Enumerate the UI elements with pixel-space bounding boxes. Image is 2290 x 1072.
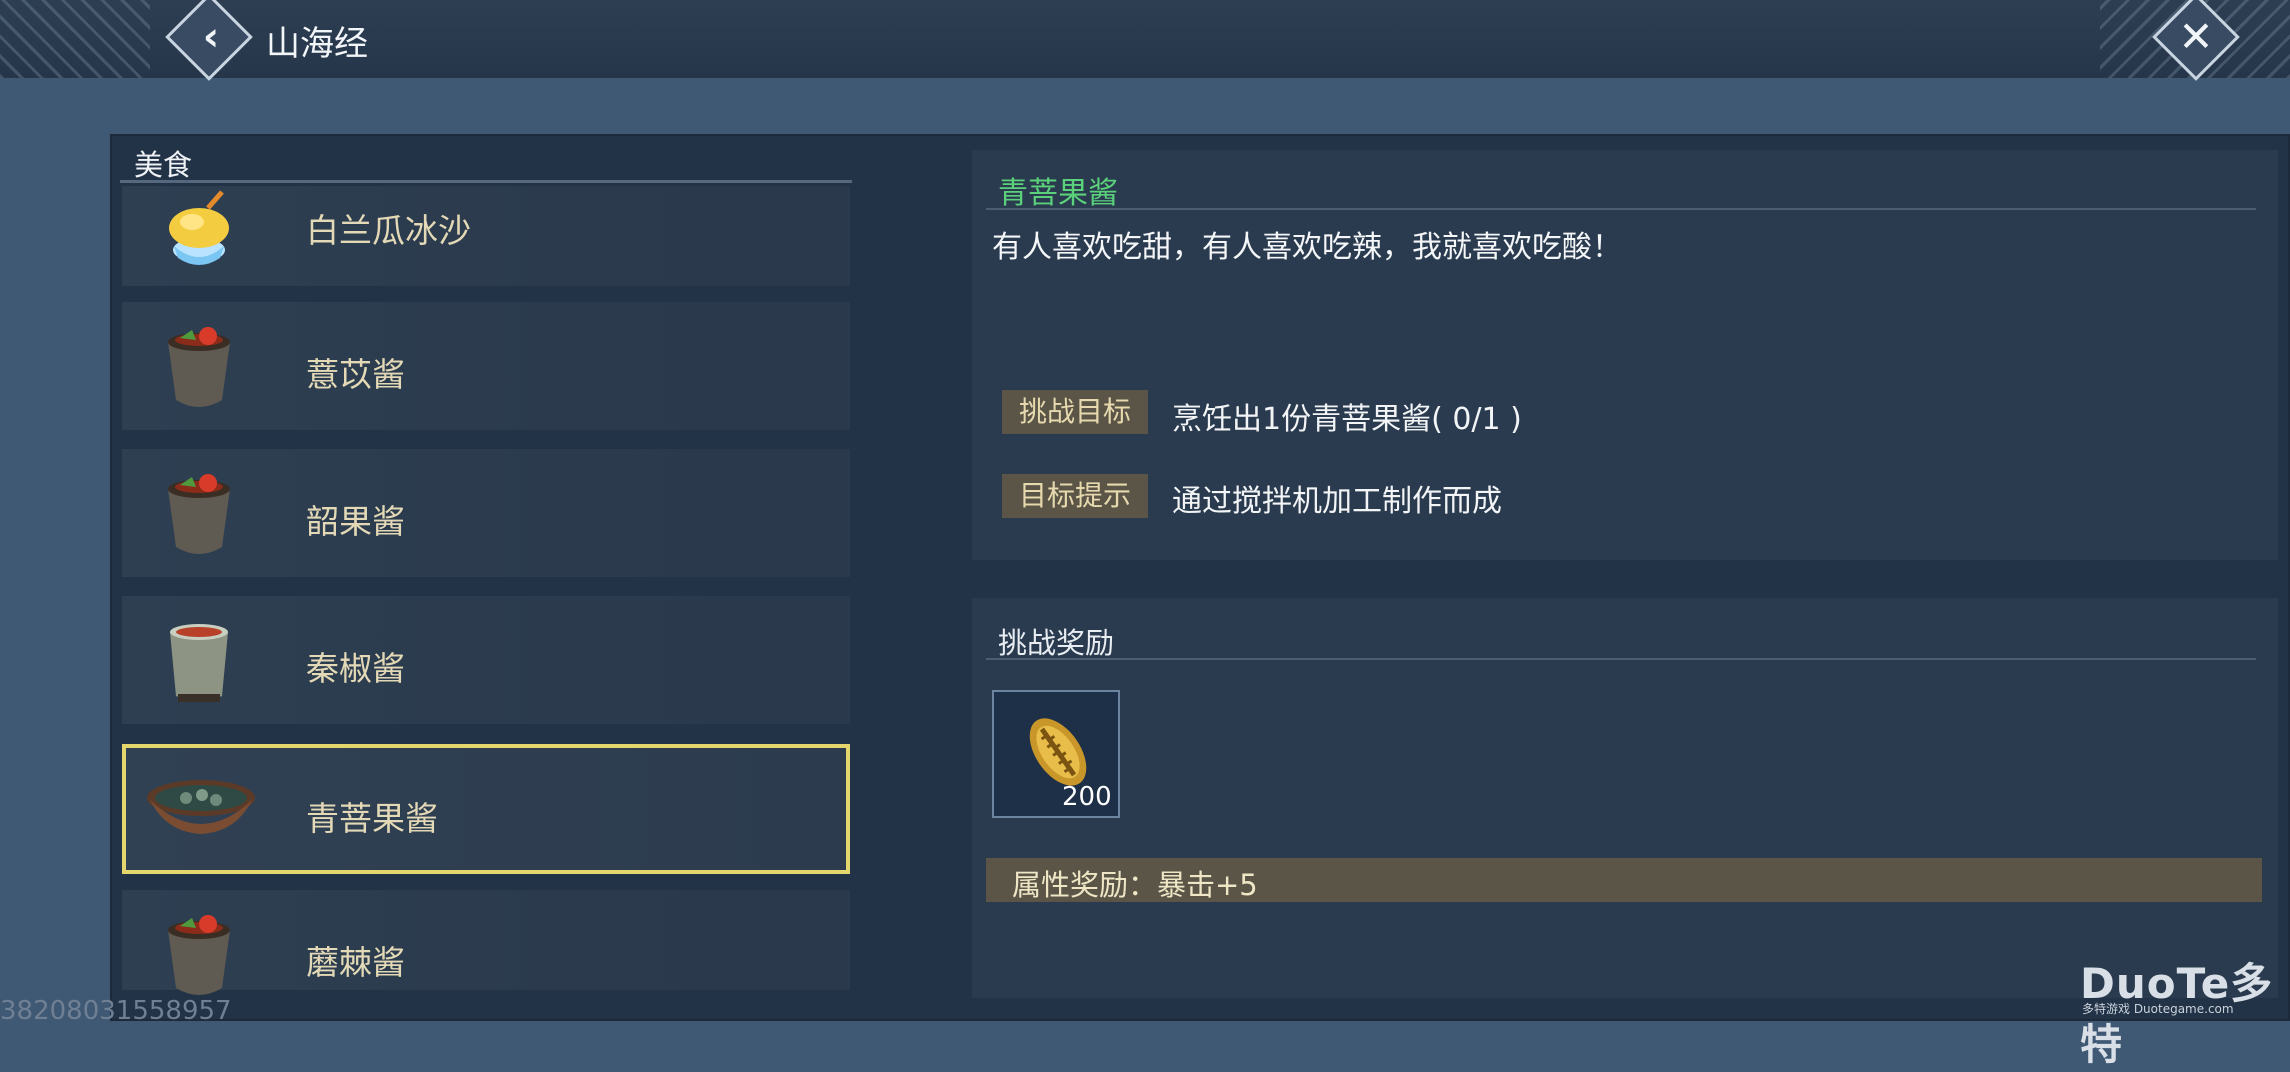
list-item-label: 青菩果酱 — [306, 799, 438, 838]
divider — [986, 208, 2256, 210]
list-header: 美食 — [134, 148, 193, 182]
list-item-label: 秦椒酱 — [306, 649, 405, 688]
attribute-reward: 属性奖励：暴击+5 — [1012, 868, 1258, 902]
list-item-label: 蘑棘酱 — [306, 943, 405, 982]
detail-title: 青菩果酱 — [998, 176, 1118, 211]
bottom-code: 38208031558957 — [0, 996, 232, 1026]
back-chevron-icon[interactable]: ‹ — [196, 12, 226, 62]
goal-tag: 挑战目标 — [1002, 390, 1148, 434]
list-item-label: 薏苡酱 — [306, 355, 405, 394]
divider — [986, 658, 2256, 660]
watermark: DuoTe多特 多特游戏 Duotegame.com — [2080, 950, 2280, 1069]
list-item-label: 白兰瓜冰沙 — [306, 211, 471, 250]
list-item-haoji[interactable]: 蘑棘酱 — [122, 890, 850, 995]
hint-value: 通过搅拌机加工制作而成 — [1172, 484, 1502, 519]
bowl-sauce-icon — [147, 780, 255, 834]
page-title: 山海经 — [266, 24, 368, 64]
list-item-qinjiao[interactable]: 秦椒酱 — [122, 596, 850, 724]
list-item-shaoguo[interactable]: 韶果酱 — [122, 449, 850, 577]
hint-tag: 目标提示 — [1002, 474, 1148, 518]
watermark-sub: 多特游戏 Duotegame.com — [2082, 1002, 2234, 1016]
jar-sauce-icon — [168, 915, 230, 995]
reward-count: 200 — [1062, 782, 1112, 812]
goal-value: 烹饪出1份青菩果酱( 0/1 ) — [1172, 402, 1522, 437]
close-x-icon[interactable]: ✕ — [2176, 10, 2216, 64]
ice-dessert-icon — [169, 190, 229, 265]
jar-sauce-icon — [168, 327, 230, 407]
detail-card — [972, 150, 2278, 560]
list-item-bailangua[interactable]: 白兰瓜冰沙 — [122, 186, 850, 286]
list-item-qingpu[interactable]: 青菩果酱 — [122, 744, 850, 874]
jar-sauce-icon — [168, 474, 230, 554]
cup-sauce-icon — [170, 624, 228, 702]
reward-title: 挑战奖励 — [998, 626, 1115, 660]
list-item-label: 韶果酱 — [306, 502, 405, 541]
list-item-yiyi[interactable]: 薏苡酱 — [122, 302, 850, 430]
detail-description: 有人喜欢吃甜，有人喜欢吃辣，我就喜欢吃酸！ — [992, 230, 1622, 265]
ornament-left — [0, 0, 150, 78]
